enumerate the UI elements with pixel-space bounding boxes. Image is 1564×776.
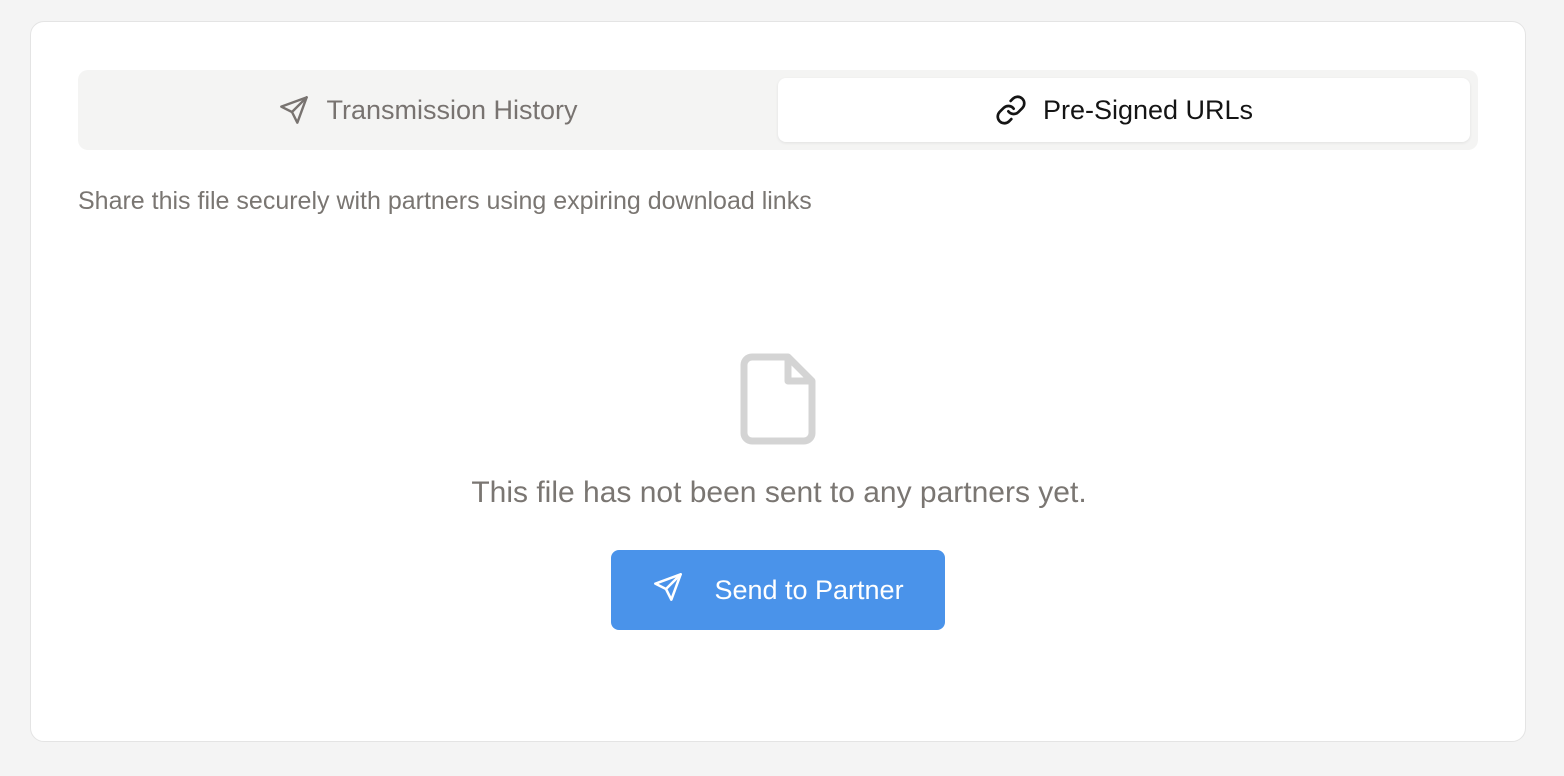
button-label: Send to Partner [714, 574, 904, 605]
send-icon [278, 94, 310, 126]
tab-bar: Transmission History Pre-Signed URLs [78, 70, 1478, 150]
file-icon [740, 353, 816, 445]
empty-state-message: This file has not been sent to any partn… [471, 476, 1087, 509]
tab-label: Pre-Signed URLs [1042, 94, 1254, 125]
tab-transmission-history[interactable]: Transmission History [86, 78, 770, 142]
tab-pre-signed-urls[interactable]: Pre-Signed URLs [778, 78, 1470, 142]
link-icon [995, 94, 1027, 126]
file-sharing-card: Transmission History Pre-Signed URLs Sha… [30, 21, 1526, 742]
section-description: Share this file securely with partners u… [78, 187, 812, 215]
send-icon [652, 571, 684, 610]
send-to-partner-button[interactable]: Send to Partner [611, 550, 945, 630]
tab-label: Transmission History [326, 94, 578, 125]
